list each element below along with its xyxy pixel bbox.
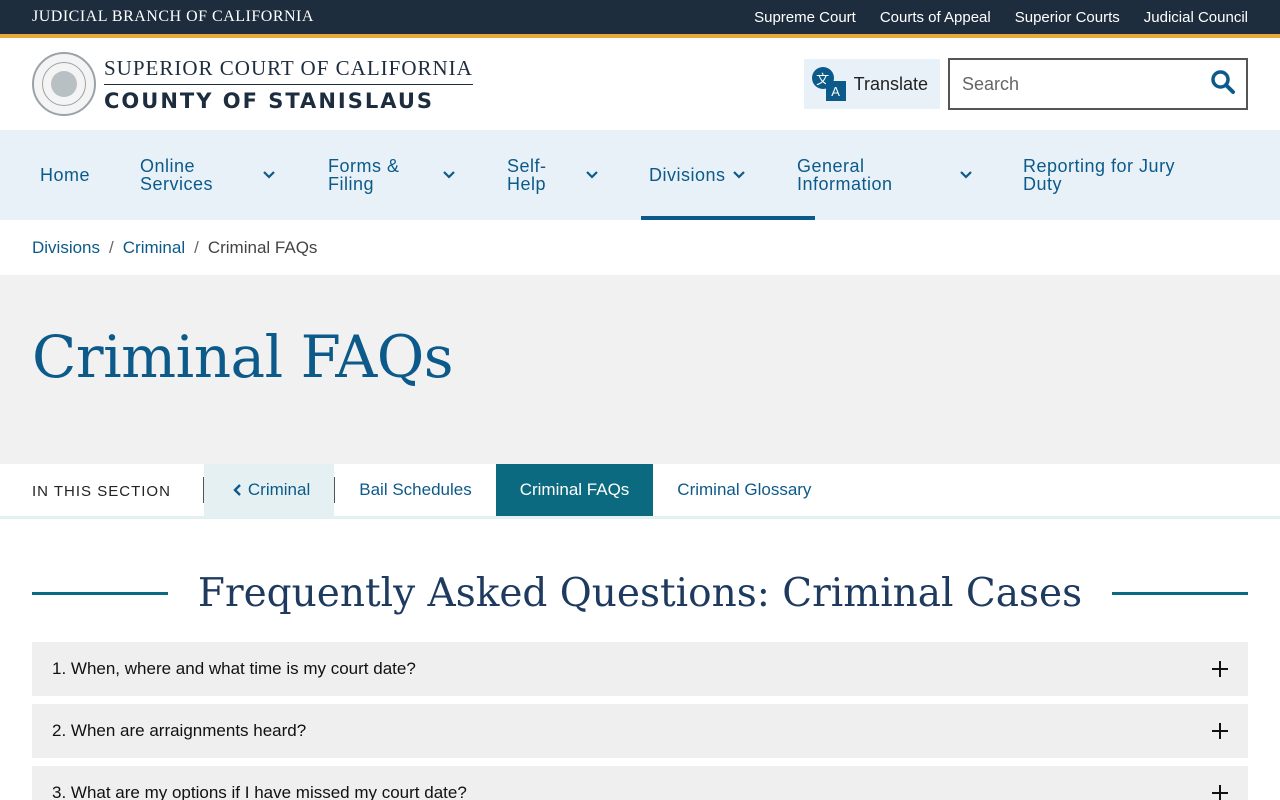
expand-plus-icon — [1212, 785, 1228, 800]
chevron-down-icon — [442, 170, 456, 180]
logo-line-1: SUPERIOR COURT OF CALIFORNIA — [104, 56, 473, 85]
search-box — [948, 58, 1248, 110]
header-actions: 文 A Translate — [803, 58, 1248, 110]
chevron-down-icon — [959, 170, 973, 180]
nav-item-jury-duty[interactable]: Reporting for Jury Duty — [1023, 130, 1213, 220]
site-header: SUPERIOR COURT OF CALIFORNIA COUNTY OF S… — [0, 38, 1280, 130]
faq-heading: Frequently Asked Questions: Criminal Cas… — [32, 571, 1249, 616]
page-title: Criminal FAQs — [32, 323, 454, 391]
heading-rule-left — [32, 592, 168, 595]
nav-item-home[interactable]: Home — [40, 130, 140, 220]
chevron-down-icon — [585, 170, 599, 180]
section-nav-label: IN THIS SECTION — [32, 483, 171, 500]
chevron-left-icon — [232, 483, 242, 497]
supreme-court-link[interactable]: Supreme Court — [754, 9, 856, 26]
judicial-branch-link[interactable]: JUDICIAL BRANCH OF CALIFORNIA — [32, 8, 314, 26]
main-nav: Home Online Services Forms & Filing Self… — [0, 130, 1280, 220]
translate-button[interactable]: 文 A Translate — [803, 59, 940, 109]
tab-criminal-faqs[interactable]: Criminal FAQs — [495, 464, 654, 516]
faq-question-2[interactable]: 2. When are arraignments heard? — [32, 704, 1248, 758]
section-back-criminal[interactable]: Criminal — [203, 464, 335, 516]
superior-courts-link[interactable]: Superior Courts — [1015, 9, 1120, 26]
chevron-down-icon — [732, 170, 746, 180]
judicial-council-link[interactable]: Judicial Council — [1144, 9, 1248, 26]
nav-item-forms-filing[interactable]: Forms & Filing — [328, 130, 507, 220]
nav-item-general-information[interactable]: General Information — [797, 130, 1023, 220]
section-nav: IN THIS SECTION Criminal Bail Schedules … — [0, 464, 1280, 519]
nav-item-self-help[interactable]: Self-Help — [507, 130, 649, 220]
utility-links: Supreme Court Courts of Appeal Superior … — [754, 9, 1248, 26]
expand-plus-icon — [1212, 723, 1228, 739]
tab-bail-schedules[interactable]: Bail Schedules — [335, 464, 495, 516]
heading-rule-right — [1112, 592, 1249, 595]
search-icon[interactable] — [1210, 69, 1236, 100]
court-logo[interactable]: SUPERIOR COURT OF CALIFORNIA COUNTY OF S… — [32, 52, 473, 116]
utility-bar: JUDICIAL BRANCH OF CALIFORNIA Supreme Co… — [0, 0, 1280, 34]
expand-plus-icon — [1212, 661, 1228, 677]
breadcrumb-divisions[interactable]: Divisions — [32, 238, 100, 258]
breadcrumb-current: Criminal FAQs — [207, 237, 318, 257]
tab-criminal-glossary[interactable]: Criminal Glossary — [653, 464, 835, 516]
nav-item-online-services[interactable]: Online Services — [140, 130, 328, 220]
search-input[interactable] — [962, 73, 1192, 95]
chevron-down-icon — [262, 170, 276, 180]
main-content: Frequently Asked Questions: Criminal Cas… — [0, 519, 1280, 800]
nav-item-divisions[interactable]: Divisions — [641, 130, 815, 220]
translate-icon: 文 A — [811, 67, 846, 101]
faq-title: Frequently Asked Questions: Criminal Cas… — [197, 571, 1083, 616]
breadcrumb: Divisions / Criminal / Criminal FAQs — [32, 237, 318, 258]
page-hero: Criminal FAQs — [0, 275, 1280, 464]
logo-line-2: COUNTY OF STANISLAUS — [104, 88, 434, 113]
court-seal-icon — [32, 52, 96, 116]
faq-question-3[interactable]: 3. What are my options if I have missed … — [32, 766, 1248, 800]
breadcrumb-criminal[interactable]: Criminal — [123, 238, 185, 258]
translate-label: Translate — [853, 73, 928, 94]
logo-text: SUPERIOR COURT OF CALIFORNIA COUNTY OF S… — [104, 56, 473, 113]
courts-of-appeal-link[interactable]: Courts of Appeal — [880, 9, 991, 26]
faq-question-1[interactable]: 1. When, where and what time is my court… — [32, 642, 1248, 696]
